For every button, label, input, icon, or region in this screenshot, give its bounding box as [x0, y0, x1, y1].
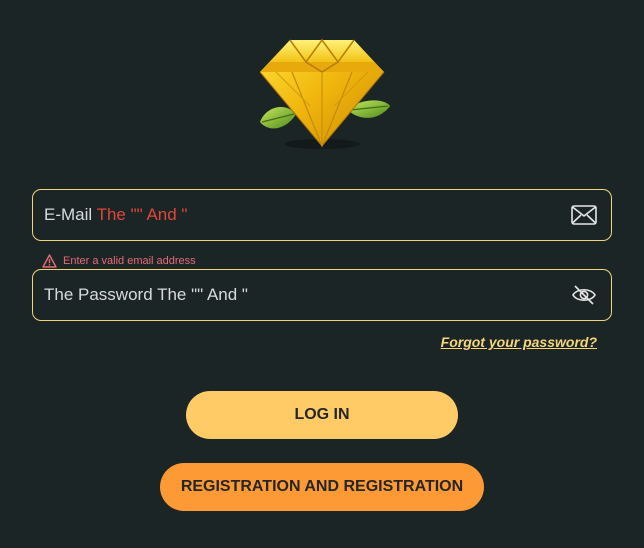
email-error: Enter a valid email address	[42, 253, 196, 269]
password-field-placeholder[interactable]: The Password The "" And "	[44, 270, 248, 320]
email-field[interactable]: E-Mail The "" And "	[32, 189, 612, 241]
warning-icon	[42, 254, 57, 268]
envelope-icon	[571, 203, 597, 227]
eye-off-icon[interactable]	[571, 283, 597, 307]
forgot-password-link[interactable]: Forgot your password?	[441, 334, 597, 350]
email-field-label: E-Mail	[44, 205, 93, 224]
email-error-message: Enter a valid email address	[63, 255, 196, 267]
register-button[interactable]: REGISTRATION AND REGISTRATION	[160, 463, 484, 511]
email-field-text[interactable]: E-Mail The "" And "	[44, 190, 187, 240]
login-button[interactable]: LOG IN	[186, 391, 458, 439]
email-field-value: The "" And "	[96, 205, 188, 224]
password-field[interactable]: The Password The "" And "	[32, 269, 612, 321]
diamond-logo-icon	[252, 36, 392, 152]
